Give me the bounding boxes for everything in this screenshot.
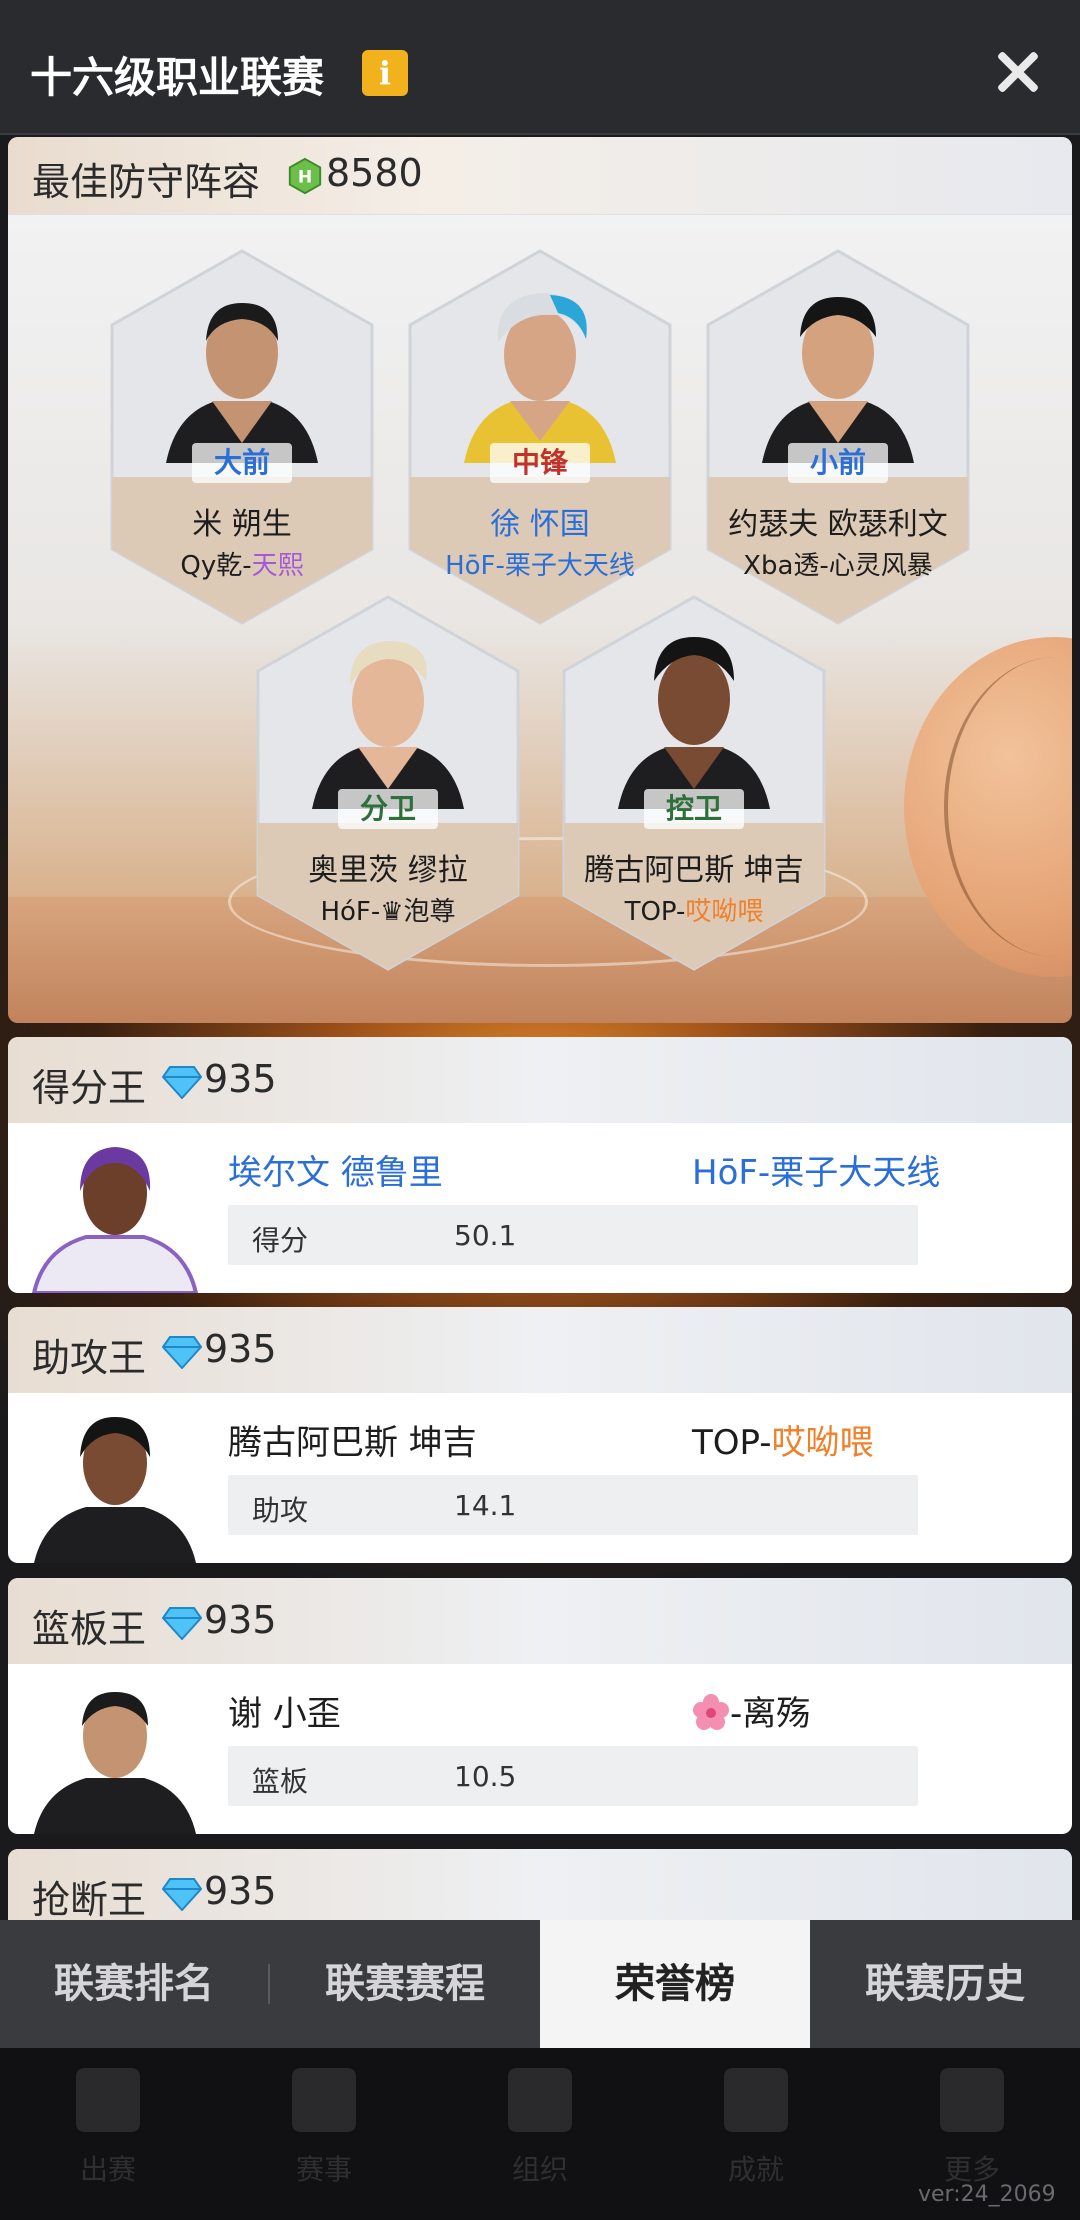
nav-label: 组织 [511,2153,568,2186]
nav-item-play[interactable]: 出赛 [0,2048,216,2220]
defense-player-card[interactable]: 小前 约瑟夫 欧瑟利文 Xba透-心灵风暴 [704,247,972,627]
defense-player-card[interactable]: 分卫 奥里茨 缪拉 HóF-♛泡尊 [254,593,522,973]
player-avatar [34,1417,196,1563]
award-title: 抢断王 [32,1878,147,1920]
player-position: 小前 [788,443,888,483]
badge-icon [724,2068,788,2132]
stat-value: 14.1 [454,1489,517,1522]
award-card-rebounds[interactable]: 篮板王 935 谢 小歪 -离殇 篮板 10.5 [8,1578,1072,1834]
nav-label: 出赛 [79,2153,136,2186]
player-portrait [618,637,770,809]
team-icon [508,2068,572,2132]
stat-row: 篮板 10.5 [228,1746,918,1806]
player-team: HōF-栗子大天线 [445,551,635,581]
nav-label: 成就 [727,2153,784,2186]
nav-item-events[interactable]: 赛事 [216,2048,432,2220]
defense-player-card[interactable]: 中锋 徐 怀国 HōF-栗子大天线 [406,247,674,627]
award-card-scoring[interactable]: 得分王 935 埃尔文 德鲁里 HōF-栗子大天线 得分 50.1 [8,1037,1072,1293]
award-title: 篮板王 [32,1607,147,1651]
player-team: Xba透-心灵风暴 [743,551,933,581]
player-position: 分卫 [338,789,438,829]
award-player-team: HōF-栗子大天线 [692,1153,941,1193]
tab-honor-board[interactable]: 荣誉榜 [540,1920,810,2048]
defense-player-card[interactable]: 控卫 腾古阿巴斯 坤吉 TOP-哎呦喂 [560,593,828,973]
player-position: 控卫 [644,789,744,829]
award-score: 935 [204,1869,277,1913]
defense-title: 最佳防守阵容 [32,160,261,204]
player-portrait [464,293,616,463]
diamond-icon [162,1607,202,1640]
diamond-icon [162,1336,202,1369]
tab-league-ranking[interactable]: 联赛排名 [0,1920,268,2048]
award-header: 抢断王 935 [8,1849,1072,1920]
stat-value: 10.5 [454,1760,517,1793]
stat-label: 篮板 [252,1765,309,1798]
stat-value: 50.1 [454,1219,517,1252]
player-team: HóF-♛泡尊 [320,897,456,927]
tab-league-history[interactable]: 联赛历史 [810,1920,1080,2048]
award-player-name: 谢 小歪 [228,1694,341,1734]
stat-row: 得分 50.1 [228,1205,918,1265]
diamond-icon [162,1066,202,1099]
award-header: 助攻王 935 [8,1307,1072,1393]
player-portrait [166,303,318,463]
player-team: Qy乾-天熙 [180,551,304,581]
award-player-team: TOP-哎呦喂 [692,1423,874,1463]
award-score: 935 [204,1598,277,1642]
defense-header: 最佳防守阵容 H 8580 [8,137,1072,215]
version-label: ver:24_2069 [918,2182,1056,2207]
player-avatar [31,1147,199,1293]
defense-player-card[interactable]: 大前 米 朔生 Qy乾-天熙 [108,247,376,627]
award-card-assists[interactable]: 助攻王 935 腾古阿巴斯 坤吉 TOP-哎呦喂 助攻 14.1 [8,1307,1072,1563]
nav-label: 赛事 [295,2153,352,2186]
nav-item-team[interactable]: 组织 [432,2048,648,2220]
stat-label: 助攻 [252,1494,309,1527]
player-position: 中锋 [490,443,590,483]
award-title: 得分王 [32,1066,147,1110]
award-player-team: -离殇 [692,1686,810,1735]
player-avatar [34,1692,196,1834]
diamond-icon [162,1878,202,1911]
tab-league-schedule[interactable]: 联赛赛程 [270,1920,540,2048]
close-icon[interactable] [990,44,1046,100]
info-icon[interactable]: i [362,50,408,96]
stat-label: 得分 [252,1224,309,1257]
award-card-steals[interactable]: 抢断王 935 [8,1849,1072,1920]
player-name: 奥里茨 缪拉 [308,853,468,888]
award-score: 935 [204,1057,277,1101]
award-header: 得分王 935 [8,1037,1072,1123]
award-header: 篮板王 935 [8,1578,1072,1664]
page-title: 十六级职业联赛 [30,53,325,102]
player-position: 大前 [192,443,292,483]
tab-bar: 联赛排名 联赛赛程 荣誉榜 联赛历史 [0,1920,1080,2048]
award-player-name: 腾古阿巴斯 坤吉 [228,1423,477,1463]
award-title: 助攻王 [32,1336,147,1380]
award-score: 935 [204,1327,277,1371]
top-bar: 十六级职业联赛 i [0,0,1080,135]
flower-icon [693,1694,729,1730]
player-team: TOP-哎呦喂 [624,897,764,927]
best-defense-card: 最佳防守阵容 H 8580 大前 米 朔生 Qy乾-天熙 中锋 徐 怀国 HōF… [8,137,1072,1023]
player-name: 约瑟夫 欧瑟利文 [728,507,948,542]
award-player-name: 埃尔文 德鲁里 [228,1153,443,1193]
svg-text:H: H [298,168,312,188]
player-portrait [312,641,464,809]
defense-score: 8580 [326,151,423,195]
monitor-icon [76,2068,140,2132]
nav-item-achievements[interactable]: 成就 [648,2048,864,2220]
hof-badge-icon: H [288,157,322,195]
trophy-icon [292,2068,356,2132]
grid-icon [940,2068,1004,2132]
player-name: 徐 怀国 [490,507,590,542]
player-name: 米 朔生 [192,507,292,542]
stat-row: 助攻 14.1 [228,1475,918,1535]
player-portrait [762,297,914,463]
player-name: 腾古阿巴斯 坤吉 [584,853,804,888]
